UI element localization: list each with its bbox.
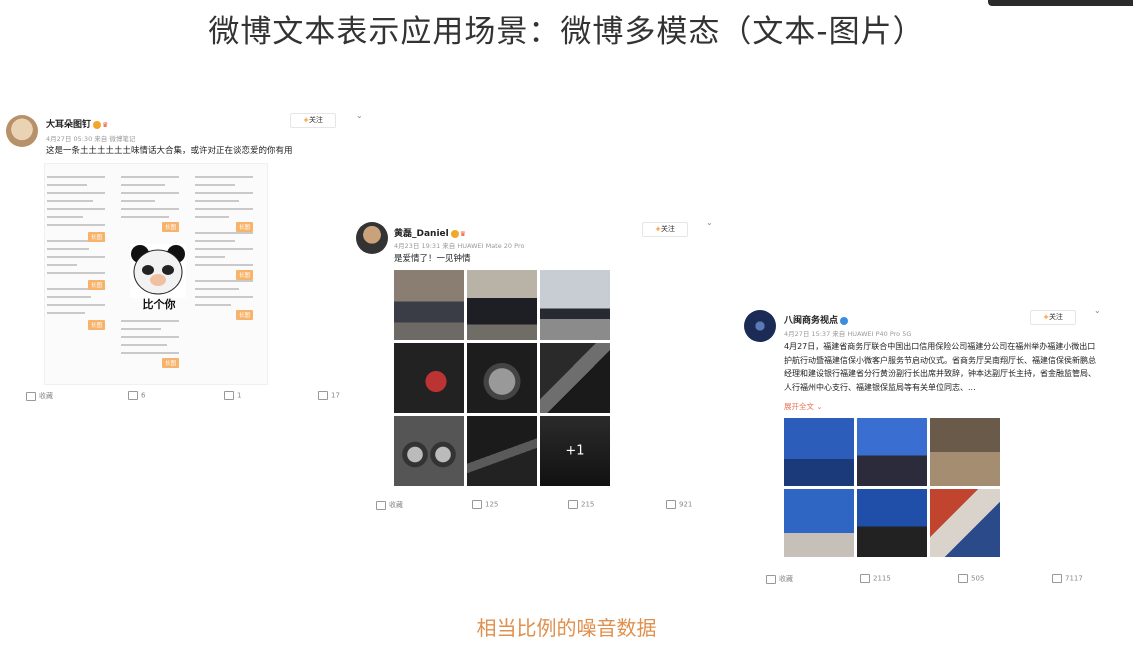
long-image-tag: 长图 bbox=[161, 358, 179, 368]
car-photo[interactable] bbox=[467, 416, 537, 486]
post-text: 4月27日，福建省商务厅联合中国出口信用保险公司福建分公司在福州举办福建小微出口… bbox=[784, 342, 1096, 392]
slide-caption: 相当比例的噪音数据 bbox=[476, 616, 657, 640]
event-photo[interactable] bbox=[930, 418, 1000, 486]
event-photo[interactable] bbox=[784, 418, 854, 486]
post-meta: 4月27日 05:30 来自 微博笔记 bbox=[46, 135, 136, 143]
car-photo[interactable] bbox=[394, 416, 464, 486]
event-photo[interactable] bbox=[857, 418, 927, 486]
favorite-button[interactable]: 收藏 bbox=[376, 500, 403, 510]
crown-icon: ♛ bbox=[459, 229, 467, 238]
follow-button[interactable]: +关注 bbox=[1030, 310, 1076, 325]
user-name[interactable]: 黄磊_Daniel ♛ bbox=[394, 226, 466, 239]
sticker-text: 比个你 bbox=[142, 298, 176, 311]
avatar[interactable] bbox=[744, 310, 776, 342]
comment-icon bbox=[224, 391, 234, 400]
chevron-down-icon[interactable]: ⌄ bbox=[1094, 306, 1101, 315]
follow-button[interactable]: +关注 bbox=[290, 113, 336, 128]
chevron-down-icon[interactable]: ⌄ bbox=[706, 218, 713, 227]
image-grid bbox=[784, 418, 1000, 557]
like-button[interactable]: 17 bbox=[318, 391, 340, 400]
post-text: 这是一条土土土土土土味情话大合集，或许对正在谈恋爱的你有用 bbox=[46, 146, 293, 156]
image-grid: +1 bbox=[394, 270, 610, 486]
verified-badge-icon bbox=[93, 120, 102, 129]
long-image[interactable]: 长图 长图 长图 长图 长图 长图 长图 长图 比个你 bbox=[44, 163, 268, 385]
avatar[interactable] bbox=[6, 115, 38, 147]
star-icon bbox=[766, 574, 776, 584]
panda-sticker bbox=[130, 244, 186, 298]
weibo-card-1: 大耳朵图钉 ♛ 4月27日 05:30 来自 微博笔记 +关注 ⌄ 这是一条土土土… bbox=[0, 105, 363, 410]
long-image-tag: 长图 bbox=[87, 280, 105, 290]
slide-title: 微博文本表示应用场景：微博多模态（文本-图片） bbox=[208, 14, 925, 50]
post-text: 是爱情了！一见钟情 bbox=[394, 254, 471, 264]
long-image-tag: 长图 bbox=[235, 270, 253, 280]
like-button[interactable]: 921 bbox=[666, 500, 692, 509]
comment-icon bbox=[958, 574, 968, 583]
event-photo[interactable] bbox=[857, 489, 927, 557]
action-bar: 收藏 125 215 921 bbox=[350, 500, 720, 514]
long-image-tag: 长图 bbox=[161, 222, 179, 232]
action-bar: 收藏 2115 505 7117 bbox=[740, 574, 1110, 588]
car-photo[interactable] bbox=[467, 343, 537, 413]
car-photo[interactable] bbox=[467, 270, 537, 340]
repost-icon bbox=[128, 391, 138, 400]
favorite-button[interactable]: 收藏 bbox=[766, 574, 793, 584]
repost-icon bbox=[860, 574, 870, 583]
verified-badge-icon bbox=[450, 229, 459, 238]
avatar[interactable] bbox=[356, 222, 388, 254]
repost-button[interactable]: 125 bbox=[472, 500, 498, 509]
comment-button[interactable]: 505 bbox=[958, 574, 984, 583]
repost-icon bbox=[472, 500, 482, 509]
car-photo[interactable] bbox=[394, 270, 464, 340]
crown-icon: ♛ bbox=[102, 120, 109, 129]
favorite-button[interactable]: 收藏 bbox=[26, 391, 53, 401]
car-photo[interactable] bbox=[540, 270, 610, 340]
comment-button[interactable]: 215 bbox=[568, 500, 594, 509]
long-image-tag: 长图 bbox=[235, 222, 253, 232]
thumb-up-icon bbox=[318, 391, 328, 400]
star-icon bbox=[376, 500, 386, 510]
long-image-tag: 长图 bbox=[87, 232, 105, 242]
thumb-up-icon bbox=[1052, 574, 1062, 583]
user-name[interactable]: 大耳朵图钉 ♛ bbox=[46, 117, 108, 130]
verified-badge-icon bbox=[840, 316, 849, 325]
more-photos[interactable]: +1 bbox=[540, 416, 610, 486]
weibo-card-3: 八闽商务视点 4月27日 15:37 来自 HUAWEI P40 Pro 5G … bbox=[740, 300, 1110, 595]
chevron-down-icon[interactable]: ⌄ bbox=[356, 111, 363, 120]
long-image-tag: 长图 bbox=[235, 310, 253, 320]
event-photo[interactable] bbox=[930, 489, 1000, 557]
long-image-tag: 长图 bbox=[87, 320, 105, 330]
repost-button[interactable]: 2115 bbox=[860, 574, 891, 583]
user-name[interactable]: 八闽商务视点 bbox=[784, 313, 849, 326]
post-meta: 4月27日 15:37 来自 HUAWEI P40 Pro 5G bbox=[784, 330, 912, 338]
thumb-up-icon bbox=[666, 500, 676, 509]
comment-icon bbox=[568, 500, 578, 509]
repost-button[interactable]: 6 bbox=[128, 391, 145, 400]
comment-button[interactable]: 1 bbox=[224, 391, 241, 400]
star-icon bbox=[26, 391, 36, 401]
car-photo[interactable] bbox=[394, 343, 464, 413]
event-photo[interactable] bbox=[784, 489, 854, 557]
follow-button[interactable]: +关注 bbox=[642, 222, 688, 237]
post-meta: 4月23日 19:31 来自 HUAWEI Mate 20 Pro bbox=[394, 242, 525, 250]
weibo-card-2: 黄磊_Daniel ♛ 4月23日 19:31 来自 HUAWEI Mate 20… bbox=[350, 212, 720, 517]
car-photo[interactable] bbox=[540, 343, 610, 413]
action-bar: 收藏 6 1 17 bbox=[0, 391, 350, 405]
like-button[interactable]: 7117 bbox=[1052, 574, 1083, 583]
expand-full-text-link[interactable]: 展开全文 ⌄ bbox=[784, 401, 823, 412]
